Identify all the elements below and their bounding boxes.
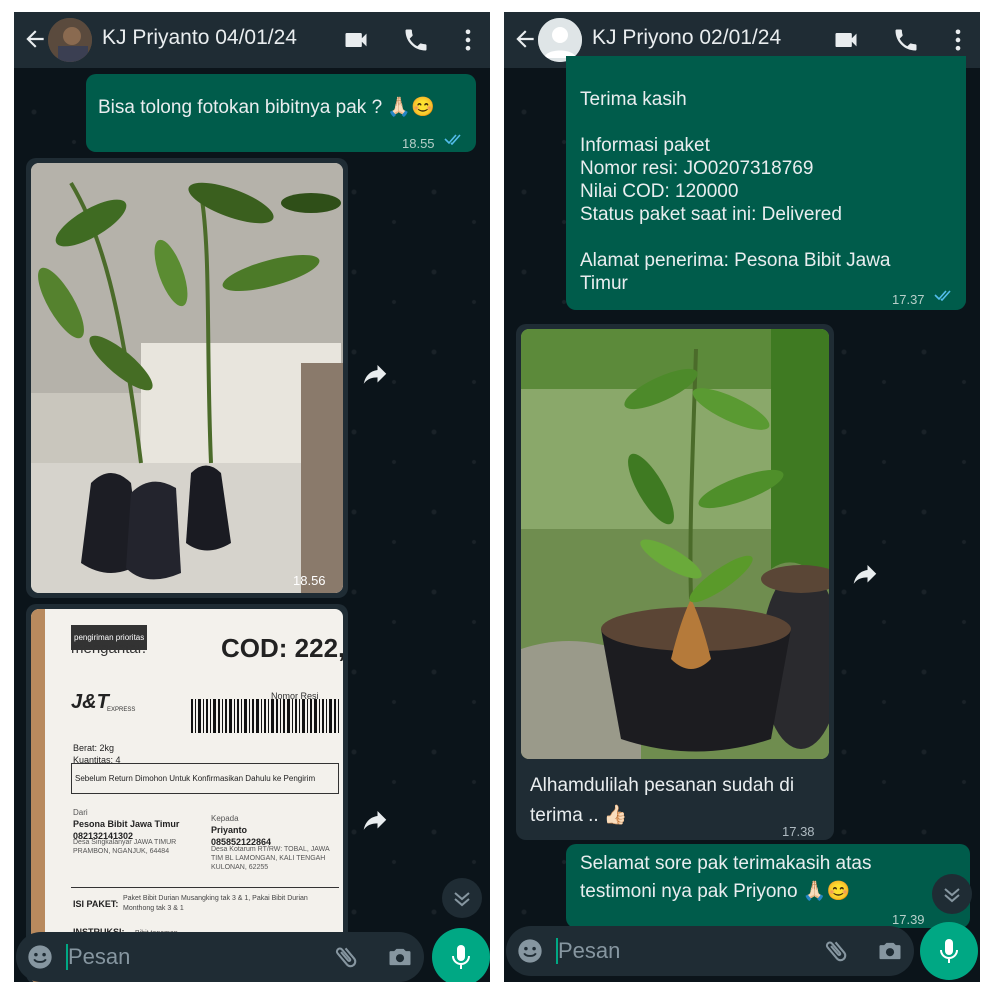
phone-icon[interactable] (402, 26, 430, 54)
emoji-icon[interactable] (516, 937, 544, 965)
mic-icon (940, 939, 958, 963)
message-incoming-image[interactable]: pengiriman prioritas mengantar. COD: 222… (26, 604, 348, 982)
isi-paket-value: Paket Bibit Durian Musangking tak 3 & 1,… (123, 895, 308, 912)
sender-address: Desa Singkalanyar JAWA TIMUR PRAMBON, NG… (73, 839, 177, 855)
message-text: Selamat sore pak terimakasih atas (580, 853, 872, 874)
message-time: 17.38 (782, 824, 815, 839)
message-text: Terima kasih Informasi paket Nomor resi:… (580, 88, 891, 295)
message-time: 18.55 (402, 136, 435, 151)
message-time: 17.37 (892, 292, 925, 307)
camera-icon[interactable] (386, 943, 414, 971)
voice-record-button[interactable] (432, 928, 490, 982)
label-brand: mengantar. (71, 640, 147, 657)
image-caption: terima .. 👍🏻 (530, 805, 628, 826)
message-line (580, 111, 891, 134)
message-text: testimoni nya pak Priyono 🙏🏻😊 (580, 881, 851, 902)
message-time: 18.56 (293, 573, 326, 588)
message-line (580, 226, 891, 249)
message-input[interactable]: Pesan (558, 938, 620, 964)
video-call-icon[interactable] (832, 26, 860, 54)
scroll-down-button[interactable] (442, 878, 482, 918)
message-line: Nomor resi: JO0207318769 (580, 158, 814, 179)
photo-plant-seedlings[interactable]: 18.56 (31, 163, 343, 593)
message-text: Bisa tolong fotokan bibitnya pak ? 🙏🏻😊 (98, 97, 435, 118)
forward-icon[interactable] (360, 806, 390, 836)
cardboard-edge (31, 609, 45, 982)
back-arrow-icon[interactable] (512, 26, 538, 52)
attach-icon[interactable] (822, 937, 850, 965)
label-isi-paket: ISI PAKET: (73, 899, 119, 909)
voice-record-button[interactable] (920, 922, 978, 980)
double-tick-icon (934, 290, 951, 301)
message-input[interactable]: Pesan (68, 944, 130, 970)
message-outgoing[interactable]: Terima kasih Informasi paket Nomor resi:… (566, 56, 966, 310)
double-tick-icon (444, 134, 461, 145)
phone-icon[interactable] (892, 26, 920, 54)
message-line: Timur (580, 273, 628, 294)
chevron-down-icon (944, 888, 960, 903)
message-line: Status paket saat ini: Delivered (580, 204, 842, 225)
photo-shipping-label[interactable]: pengiriman prioritas mengantar. COD: 222… (31, 609, 343, 982)
emoji-icon[interactable] (26, 943, 54, 971)
photo-potted-seedling[interactable] (521, 329, 829, 759)
message-input-bar[interactable]: Pesan (16, 932, 424, 982)
label-cod: COD: 222,0 (221, 633, 343, 663)
message-line: Alamat penerima: Pesona Bibit Jawa (580, 250, 891, 271)
scroll-down-button[interactable] (932, 874, 972, 914)
label-notice: Sebelum Return Dimohon Untuk Konfirmasik… (71, 763, 339, 794)
jt-logo-sub: EXPRESS (107, 707, 136, 713)
avatar[interactable] (48, 18, 92, 62)
divider (71, 887, 339, 888)
message-outgoing[interactable]: Bisa tolong fotokan bibitnya pak ? 🙏🏻😊 1… (86, 74, 476, 152)
camera-icon[interactable] (876, 937, 904, 965)
back-arrow-icon[interactable] (22, 26, 48, 52)
more-vert-icon[interactable] (944, 26, 972, 54)
message-outgoing[interactable]: Selamat sore pak terimakasih atas testim… (566, 844, 970, 928)
chat-header: KJ Priyanto 04/01/24 (14, 12, 490, 68)
message-line: Informasi paket (580, 135, 710, 156)
message-incoming-image[interactable]: 18.56 (26, 158, 348, 598)
contact-title[interactable]: KJ Priyanto 04/01/24 (102, 26, 297, 50)
message-input-bar[interactable]: Pesan (506, 926, 914, 976)
forward-icon[interactable] (360, 360, 390, 390)
mic-icon (452, 945, 470, 969)
barcode (191, 699, 339, 733)
chevron-down-icon (454, 892, 470, 907)
jt-logo: J&T (71, 691, 109, 713)
message-line: Nilai COD: 120000 (580, 181, 739, 202)
forward-icon[interactable] (850, 560, 880, 590)
message-incoming-image[interactable]: Alhamdulilah pesanan sudah di terima .. … (516, 324, 834, 840)
chat-window-priyono: KJ Priyono 02/01/24 Terima kasih Informa… (504, 12, 980, 982)
recipient-address: Desa Kotarum RT/RW: TOBAL, JAWA TIM BL L… (211, 846, 330, 871)
chat-window-priyanto: KJ Priyanto 04/01/24 Bisa tolong fotokan… (14, 12, 490, 982)
attach-icon[interactable] (332, 943, 360, 971)
video-call-icon[interactable] (342, 26, 370, 54)
contact-title[interactable]: KJ Priyono 02/01/24 (592, 26, 781, 50)
more-vert-icon[interactable] (454, 26, 482, 54)
message-line: Terima kasih (580, 89, 687, 110)
image-caption: Alhamdulilah pesanan sudah di (530, 775, 795, 796)
